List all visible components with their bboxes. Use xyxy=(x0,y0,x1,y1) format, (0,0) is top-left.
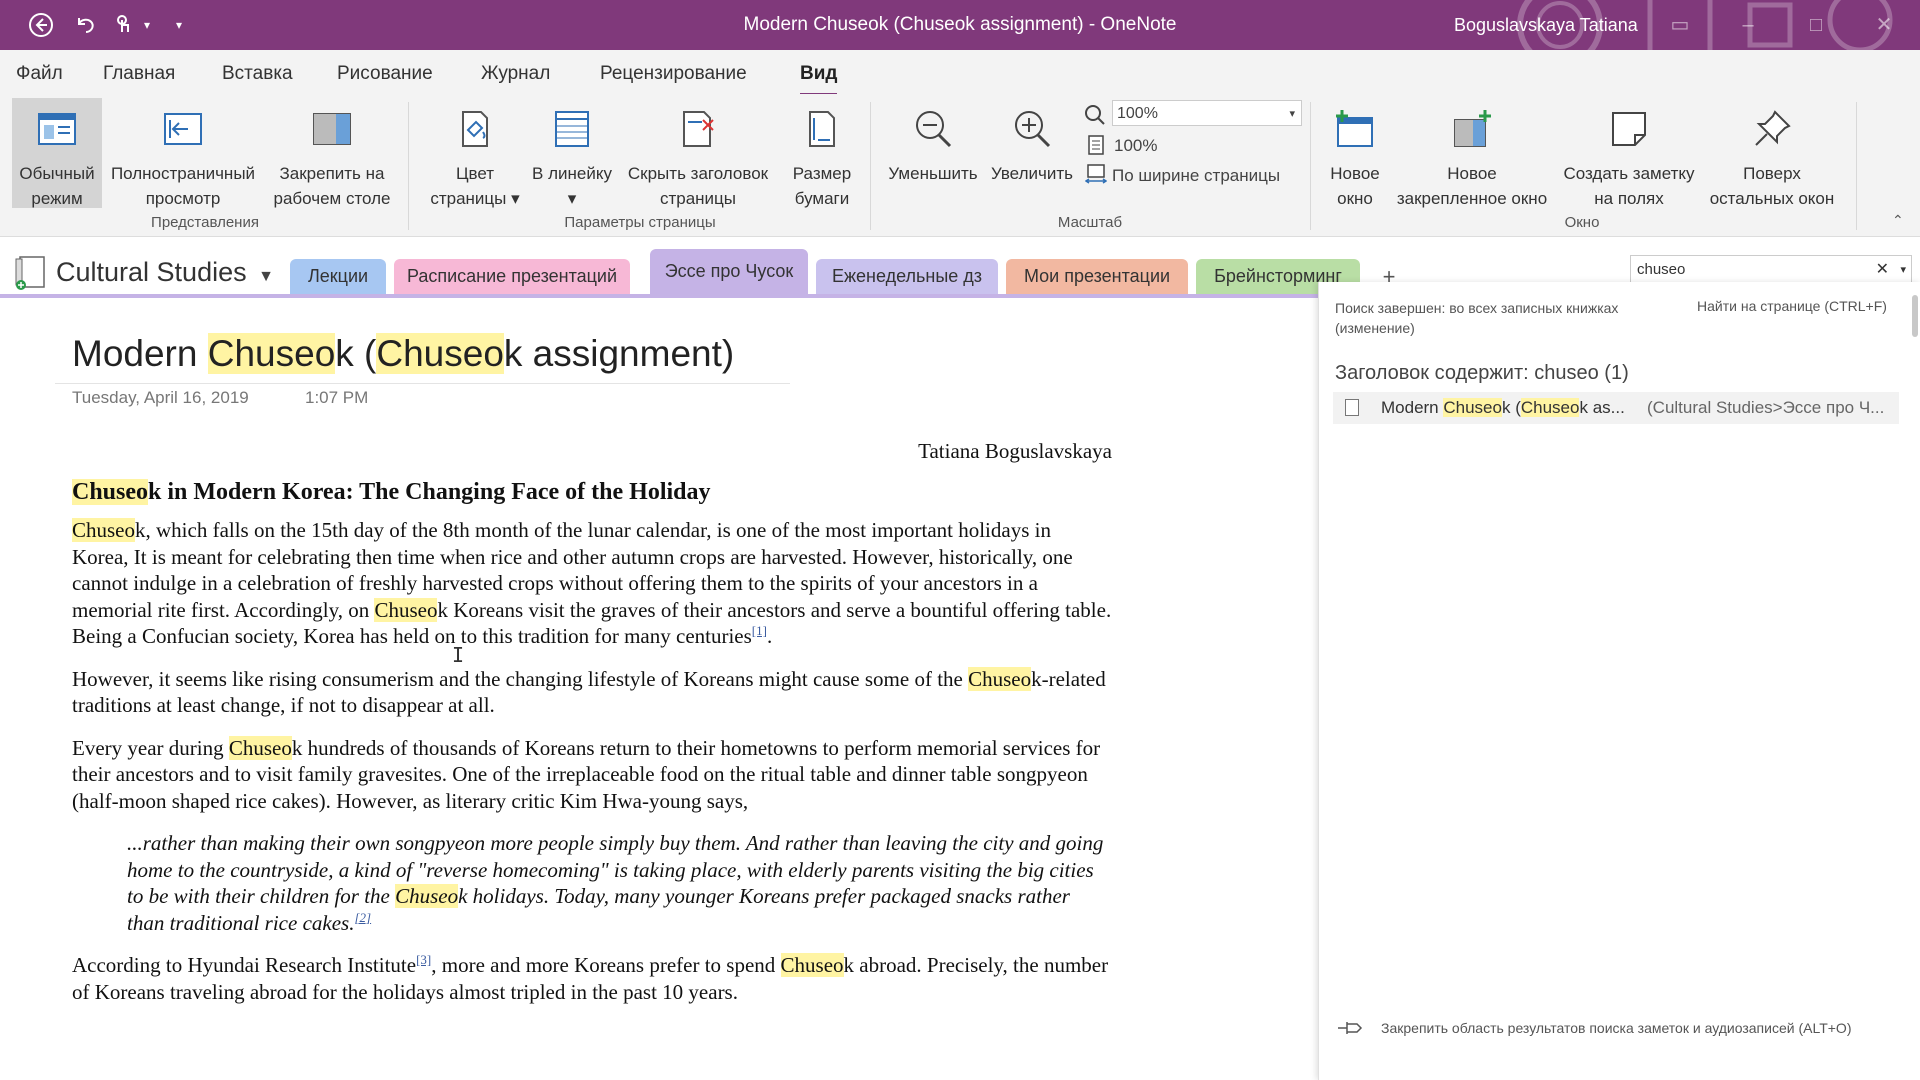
zoom-in-button[interactable]: Увеличить xyxy=(984,98,1080,208)
page-icon xyxy=(1088,135,1104,155)
title-bar: ▾ ▾ Modern Chuseok (Chuseok assignment) … xyxy=(0,0,1920,50)
search-input[interactable]: chuseo ✕ ▾ xyxy=(1630,255,1912,285)
tab-file[interactable]: Файл xyxy=(16,63,63,85)
page-color-icon xyxy=(462,111,488,147)
search-result-item[interactable]: Modern Chuseok (Chuseok as... (Cultural … xyxy=(1333,392,1899,424)
page-date: Tuesday, April 16, 2019 xyxy=(72,388,249,407)
paragraph-3: Every year during Chuseok hundreds of th… xyxy=(72,735,1101,813)
new-window-icon xyxy=(1336,110,1373,147)
rule-lines-button[interactable]: В линейку ▾ xyxy=(528,98,616,208)
fullscreen-icon[interactable]: ▭ xyxy=(1660,10,1700,40)
full-page-view-icon xyxy=(164,113,202,145)
maximize-icon[interactable]: □ xyxy=(1796,10,1836,40)
full-page-view-button[interactable]: Полностраничный просмотр xyxy=(106,98,260,208)
result-title: Modern Chuseok (Chuseok as... xyxy=(1381,398,1625,417)
footnote-link-3[interactable]: [3] xyxy=(416,952,431,967)
section-tab-lectures[interactable]: Лекции xyxy=(290,259,386,294)
tab-view[interactable]: Вид xyxy=(800,63,838,96)
search-scope-dropdown-icon[interactable]: ▾ xyxy=(1900,256,1906,284)
new-window-button[interactable]: Новое окно xyxy=(1318,98,1392,208)
paper-size-icon xyxy=(809,111,835,147)
search-results-pane: Поиск завершен: во всех записных книжках… xyxy=(1318,282,1920,1080)
pin-icon xyxy=(1755,110,1791,146)
close-icon[interactable]: ✕ xyxy=(1864,10,1904,40)
note-body[interactable]: Tatiana Boguslavskaya Chuseok in Modern … xyxy=(72,438,1112,1021)
chevron-down-icon: ▼ xyxy=(258,268,274,285)
zoom-select[interactable]: 100% ▾ xyxy=(1112,100,1302,126)
new-docked-window-icon xyxy=(1454,110,1491,147)
hide-page-title-icon xyxy=(683,111,714,147)
find-on-page-link[interactable]: Найти на странице (CTRL+F) xyxy=(1697,298,1887,314)
essay-heading: Chuseok in Modern Korea: The Changing Fa… xyxy=(72,478,711,505)
zoom-100-button[interactable]: 100% xyxy=(1114,136,1157,156)
chevron-down-icon: ▾ xyxy=(1289,108,1295,120)
normal-view-button[interactable]: Обычный режим xyxy=(12,98,102,208)
tab-home[interactable]: Главная xyxy=(103,63,175,85)
notebook-name[interactable]: Cultural Studies ▼ xyxy=(56,257,274,288)
notebook-icon[interactable] xyxy=(12,255,48,291)
pin-pane-icon[interactable] xyxy=(1337,1020,1363,1036)
tab-draw[interactable]: Рисование xyxy=(337,63,433,85)
tab-insert[interactable]: Вставка xyxy=(222,63,293,85)
page-canvas[interactable]: Modern Chuseok (Chuseok assignment) Tues… xyxy=(0,298,1318,1080)
tab-history[interactable]: Журнал xyxy=(481,63,550,85)
zoom-search-icon xyxy=(1085,105,1105,125)
footnote-link-1[interactable]: [1] xyxy=(752,623,767,638)
footnote-link-2[interactable]: [2] xyxy=(354,910,371,925)
page-color-button[interactable]: Цвет страницы ▾ xyxy=(420,98,530,208)
rule-lines-icon xyxy=(555,111,589,147)
page-width-icon xyxy=(1085,164,1107,184)
result-location: (Cultural Studies>Эссе про Ч... xyxy=(1647,398,1885,417)
block-quote: ...rather than making their own songpyeo… xyxy=(127,831,1104,935)
paragraph-2: However, it seems like rising consumeris… xyxy=(72,666,1106,717)
normal-view-icon xyxy=(38,113,76,145)
user-name[interactable]: Boguslavskaya Tatiana xyxy=(1454,15,1638,36)
search-status[interactable]: Поиск завершен: во всех записных книжках… xyxy=(1335,298,1675,338)
page-icon xyxy=(1345,399,1359,416)
ribbon-separator xyxy=(1310,102,1311,230)
collapse-ribbon-icon[interactable]: ⌃ xyxy=(1892,212,1904,229)
title-underline xyxy=(55,383,790,384)
always-on-top-button[interactable]: Поверх остальных окон xyxy=(1704,98,1840,208)
group-page-setup: Параметры страницы xyxy=(564,214,716,231)
pin-results-pane-text[interactable]: Закрепить область результатов поиска зам… xyxy=(1381,1018,1881,1038)
hide-page-title-button[interactable]: Скрыть заголовок страницы xyxy=(620,98,776,208)
new-docked-window-button[interactable]: Новое закрепленное окно xyxy=(1390,98,1554,208)
section-tab-presentations[interactable]: Мои презентации xyxy=(1006,259,1188,294)
group-views: Представления xyxy=(151,214,259,231)
ribbon-separator xyxy=(408,102,409,230)
ribbon-separator xyxy=(870,102,871,230)
section-tab-schedule[interactable]: Расписание презентаций xyxy=(394,259,630,294)
paragraph-4: According to Hyundai Research Institute[… xyxy=(72,952,1109,1004)
zoom-in-icon xyxy=(1015,111,1051,148)
minimize-icon[interactable]: – xyxy=(1728,10,1768,40)
clear-search-icon[interactable]: ✕ xyxy=(1876,256,1889,284)
group-window: Окно xyxy=(1564,214,1600,231)
section-tab-essay[interactable]: Эссе про Чусок xyxy=(650,249,808,294)
page-time: 1:07 PM xyxy=(305,388,369,407)
page-width-button[interactable]: По ширине страницы xyxy=(1112,166,1280,186)
dock-to-desktop-icon xyxy=(313,113,351,145)
results-header: Заголовок содержит: chuseo (1) xyxy=(1335,362,1629,384)
paper-size-button[interactable]: Размер бумаги xyxy=(780,98,864,208)
author-line: Tatiana Boguslavskaya xyxy=(918,439,1112,463)
tab-review[interactable]: Рецензирование xyxy=(600,63,747,85)
side-note-icon xyxy=(1612,112,1646,146)
page-title[interactable]: Modern Chuseok (Chuseok assignment) xyxy=(72,333,734,375)
section-tab-homework[interactable]: Еженедельные дз xyxy=(816,259,998,294)
paragraph-1: Chuseok, which falls on the 15th day of … xyxy=(72,518,1112,648)
pane-scrollbar[interactable] xyxy=(1912,295,1918,337)
zoom-out-icon xyxy=(916,111,952,148)
text-cursor-icon: I xyxy=(452,643,465,667)
ribbon: Обычный режим Полностраничный просмотр З… xyxy=(0,94,1920,237)
zoom-out-button[interactable]: Уменьшить xyxy=(884,98,982,208)
ribbon-separator xyxy=(1856,102,1857,230)
dock-to-desktop-button[interactable]: Закрепить на рабочем столе xyxy=(268,98,396,208)
ribbon-tabs: Файл Главная Вставка Рисование Журнал Ре… xyxy=(0,50,1920,96)
group-zoom: Масштаб xyxy=(1057,214,1123,231)
new-side-note-button[interactable]: Создать заметку на полях xyxy=(1556,98,1702,208)
